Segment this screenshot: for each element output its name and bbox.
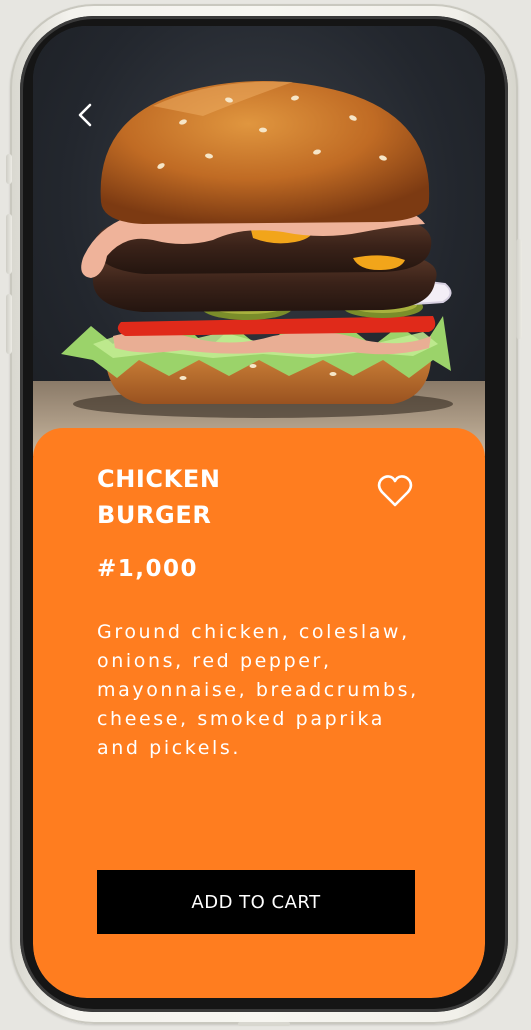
product-price: #1,000 — [97, 556, 199, 582]
phone-side-button — [516, 239, 522, 339]
add-to-cart-button[interactable]: ADD TO CART — [97, 870, 415, 934]
phone-bottom-edge — [238, 1022, 290, 1026]
phone-side-button — [6, 154, 12, 184]
product-title-line-1: CHICKEN — [97, 465, 221, 493]
favorite-button[interactable] — [377, 474, 413, 508]
heart-outline-icon — [377, 475, 413, 507]
burger-illustration — [33, 81, 485, 456]
phone-side-button — [6, 294, 12, 354]
back-button[interactable] — [73, 102, 99, 128]
product-description: Ground chicken, coleslaw, onions, red pe… — [97, 621, 419, 759]
back-chevron-icon — [78, 103, 92, 127]
product-title: CHICKEN BURGER — [97, 461, 317, 533]
product-title-line-2: BURGER — [97, 501, 212, 529]
app-screen: CHICKEN BURGER #1,000 Ground chicken, co… — [33, 26, 485, 998]
phone-side-button — [6, 214, 12, 274]
burger-image — [33, 26, 485, 456]
product-details-card: CHICKEN BURGER #1,000 Ground chicken, co… — [33, 428, 485, 998]
